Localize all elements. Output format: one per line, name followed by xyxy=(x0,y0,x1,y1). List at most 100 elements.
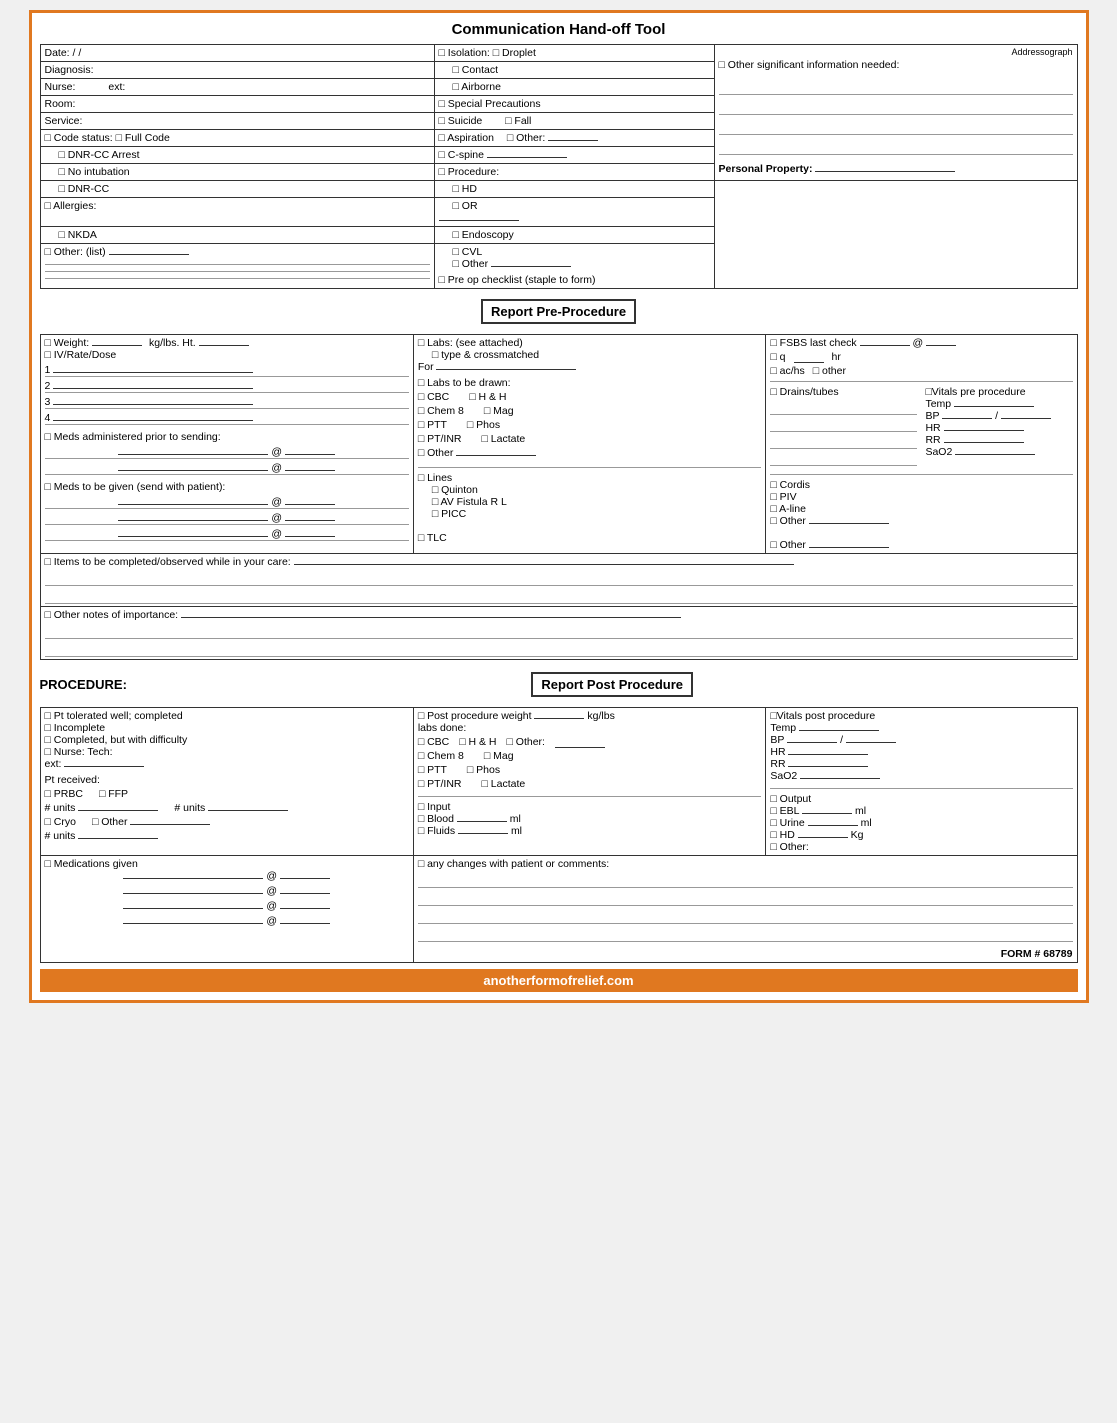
phos-label: □ Phos xyxy=(467,419,500,431)
sao2-label: SaO2 xyxy=(925,446,952,458)
cryo-label: □ Cryo xyxy=(45,816,76,828)
mag-post-label: □ Mag xyxy=(484,750,514,762)
kg-lbs-label: kg/lbs xyxy=(587,710,614,722)
endoscopy-label: □ Endoscopy xyxy=(453,229,710,241)
hr-post-label: HR xyxy=(770,746,785,758)
units-prbc-label: # units xyxy=(45,802,159,814)
other-allergy-cell: □ Other: (list) xyxy=(40,244,434,289)
units-cryo-label: # units xyxy=(45,830,76,842)
post-col2: □ Post procedure weight kg/lbs labs done… xyxy=(413,708,766,856)
date-value: / / xyxy=(73,47,82,59)
airborne-cell: □ Airborne xyxy=(434,79,714,96)
allergies-label: □ Allergies: xyxy=(45,200,97,212)
aline-label: □ A-line xyxy=(770,503,806,515)
ptinr-post-label: □ PT/INR xyxy=(418,778,462,790)
ffp-label: □ FFP xyxy=(99,788,128,800)
other-sig-label: □ Other significant information needed: xyxy=(719,59,1073,71)
prbc-label: □ PRBC xyxy=(45,788,83,800)
weight-iv-cell: □ Weight: kg/lbs. Ht. □ IV/Rate/Dose 1 2… xyxy=(40,335,413,554)
no-intubation-label: □ No intubation xyxy=(59,166,430,178)
aspiration-cell: □ Aspiration □ Other: xyxy=(434,130,714,147)
suicide-fall-cell: □ Suicide □ Fall xyxy=(434,113,714,130)
dnr-cc-arrest-label: □ DNR-CC Arrest xyxy=(59,149,430,161)
piv-label: □ PIV xyxy=(770,491,796,503)
service-label: Service: xyxy=(45,115,83,127)
other-post-label: □ Other: xyxy=(507,736,545,748)
other-list-label: □ Other: (list) xyxy=(45,246,106,258)
service-cell: Service: xyxy=(40,113,434,130)
vitals-post-label: □Vitals post procedure xyxy=(770,710,1072,722)
iv-rate-label: □ IV/Rate/Dose xyxy=(45,349,409,361)
drains-label: □ Drains/tubes xyxy=(770,386,917,398)
other-output-label: □ Other: xyxy=(770,841,808,853)
phos-post-label: □ Phos xyxy=(467,764,500,776)
at-med-1: @ xyxy=(266,870,280,882)
personal-prop-label: Personal Property: xyxy=(719,163,813,175)
hr-vital-label: HR xyxy=(925,422,940,434)
temp-post-label: Temp xyxy=(770,722,796,734)
nkda-label: □ NKDA xyxy=(59,229,430,241)
at-label-5: @ xyxy=(271,528,282,540)
nkda-cell: □ NKDA xyxy=(40,227,434,244)
at-med-3: @ xyxy=(266,900,280,912)
code-status-cell: □ Code status: □ Full Code xyxy=(40,130,434,147)
line-2: 2 xyxy=(45,380,51,392)
type-cross-label: □ type & crossmatched xyxy=(432,349,762,361)
at-label-1: @ xyxy=(271,446,282,458)
isolation-cell: □ Isolation: □ Droplet xyxy=(434,45,714,62)
fall-label: □ Fall xyxy=(505,115,531,127)
at-med-2: @ xyxy=(266,885,280,897)
achs-label: □ ac/hs xyxy=(770,365,804,377)
input-label: □ Input xyxy=(418,801,451,813)
pre-procedure-table: □ Weight: kg/lbs. Ht. □ IV/Rate/Dose 1 2… xyxy=(40,334,1078,660)
post-procedure-table: □ Pt tolerated well; completed □ Incompl… xyxy=(40,707,1078,963)
pt-received-label: Pt received: xyxy=(45,774,409,786)
items-cell: □ Items to be completed/observed while i… xyxy=(40,554,1077,607)
lactate-post-label: □ Lactate xyxy=(482,778,526,790)
ptt-label: □ PTT xyxy=(418,419,447,431)
for-label: For xyxy=(418,361,434,373)
labs-drawn-label: □ Labs to be drawn: xyxy=(418,377,511,389)
nurse-label: Nurse: xyxy=(45,81,76,93)
items-label: □ Items to be completed/observed while i… xyxy=(45,556,291,568)
empty-right-cell xyxy=(714,181,1077,289)
blood-label: □ Blood xyxy=(418,813,454,825)
hr-label: hr xyxy=(832,351,841,363)
picc-label: □ PICC xyxy=(432,508,466,520)
post-col3: □Vitals post procedure Temp BP / HR RR xyxy=(766,708,1077,856)
footer-url: anotherformofrelief.com xyxy=(483,973,633,988)
ebl-label: □ EBL xyxy=(770,805,799,817)
tlc-label: □ TLC xyxy=(418,532,447,544)
pre-op-label: □ Pre op checklist (staple to form) xyxy=(439,274,710,286)
meds-given-label: □ Medications given xyxy=(45,858,409,870)
room-cell: Room: xyxy=(40,96,434,113)
hd-label: □ HD xyxy=(453,183,710,195)
at-label-3: @ xyxy=(271,496,282,508)
bp-slash-post: / xyxy=(840,734,843,746)
other-tlc-label: □ Other xyxy=(770,539,806,551)
comments-cell: □ any changes with patient or comments: … xyxy=(413,856,1077,963)
contact-label: □ Contact xyxy=(453,64,710,76)
completed-diff-label: □ Completed, but with difficulty xyxy=(45,734,409,746)
fluids-label: □ Fluids xyxy=(418,825,455,837)
av-fistula-label: □ AV Fistula R L xyxy=(432,496,507,508)
pre-procedure-header: Report Pre-Procedure xyxy=(481,299,636,324)
diagnosis-label: Diagnosis: xyxy=(45,64,94,76)
output-label: □ Output xyxy=(770,793,1072,805)
post-ext-label: ext: xyxy=(45,758,62,770)
hd-post-label: □ HD xyxy=(770,829,794,841)
room-label: Room: xyxy=(45,98,76,110)
or-label: □ OR xyxy=(453,200,710,212)
at-label-2: @ xyxy=(271,462,282,474)
full-code-label: □ Full Code xyxy=(116,132,170,144)
allergies-cell: □ Allergies: xyxy=(40,198,434,227)
line-1: 1 xyxy=(45,364,51,376)
date-label: Date: xyxy=(45,47,70,59)
form-number: FORM # 68789 xyxy=(1001,948,1073,960)
top-section-table: Date: / / □ Isolation: □ Droplet Address… xyxy=(40,44,1078,289)
suicide-label: □ Suicide xyxy=(439,115,483,127)
sao2-post-label: SaO2 xyxy=(770,770,797,782)
incomplete-label: □ Incomplete xyxy=(45,722,409,734)
line-3: 3 xyxy=(45,396,51,408)
urine-label: □ Urine xyxy=(770,817,804,829)
